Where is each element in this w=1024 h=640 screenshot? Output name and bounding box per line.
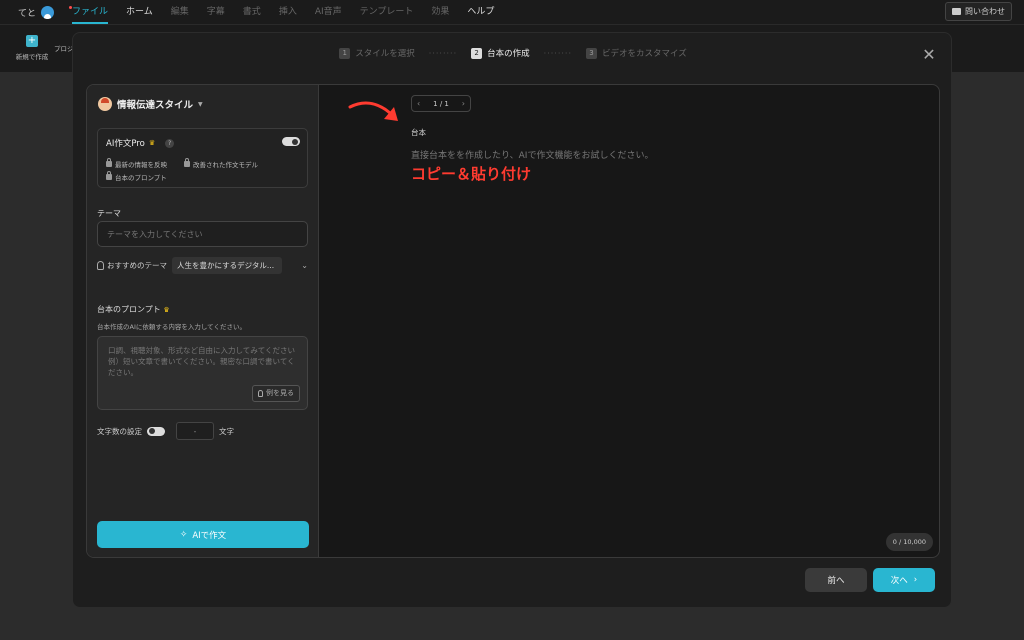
step-2: 2 台本の作成: [471, 47, 530, 59]
magic-wand-icon: ✧: [179, 529, 188, 540]
feature-label: 台本のプロンプト: [115, 174, 167, 182]
menu-ai-voice[interactable]: AI音声: [315, 0, 342, 24]
step-1-number: 1: [339, 47, 351, 59]
annotation-arrow-icon: [348, 101, 398, 121]
page-navigator: ‹ 1 / 1 ›: [411, 95, 471, 112]
step-3-label: ビデオをカスタマイズ: [601, 49, 687, 59]
step-divider: ········: [543, 48, 572, 58]
char-count-unit: 文字: [219, 426, 234, 436]
contact-label: 問い合わせ: [965, 7, 1005, 16]
ai-write-button[interactable]: ✧ AIで作文: [97, 521, 309, 548]
feature-item: 台本のプロンプト: [106, 171, 167, 182]
style-title: 情報伝達スタイル: [117, 100, 194, 111]
ai-pro-title: AI作文Pro: [106, 139, 145, 149]
menu-bar: てと ファイル ホーム 編集 字幕 書式 挿入 AI音声 テンプレート 効果 ヘ…: [0, 0, 1024, 24]
page-indicator: 1 / 1: [433, 99, 449, 108]
feature-item: 最新の情報を反映: [106, 158, 167, 169]
lightbulb-icon: [97, 261, 104, 270]
chevron-down-icon[interactable]: ⌄: [301, 261, 308, 270]
prompt-textarea[interactable]: 口調、視聴対象、形式など自由に入力してみてください 例）短い文章で書いてください…: [97, 336, 308, 410]
menu-help[interactable]: ヘルプ: [467, 0, 494, 24]
new-project-label: 新規で作成: [15, 53, 49, 61]
step-1: 1 スタイルを選択: [339, 47, 415, 59]
menu-edit[interactable]: 編集: [171, 0, 189, 24]
feature-label: 最新の情報を反映: [115, 161, 167, 169]
style-selector[interactable]: 情報伝達スタイル ▼: [98, 97, 203, 111]
menu-template[interactable]: テンプレート: [360, 0, 414, 24]
open-project-label[interactable]: プロジ: [54, 43, 74, 53]
lightbulb-icon: [258, 390, 263, 397]
previous-button[interactable]: 前へ: [805, 568, 867, 592]
lock-icon: [184, 158, 190, 167]
prompt-label: 台本のプロンプト ♛: [97, 304, 170, 315]
settings-sidebar: 情報伝達スタイル ▼ AI作文Pro ♛ ? 最新の情報を反映 改善された作文モ…: [87, 85, 319, 557]
chevron-left-icon[interactable]: ‹: [417, 99, 420, 108]
previous-label: 前へ: [827, 576, 845, 586]
ai-pro-toggle[interactable]: [282, 137, 300, 146]
caret-down-icon: ▼: [198, 100, 203, 108]
ai-pro-box: AI作文Pro ♛ ? 最新の情報を反映 改善された作文モデル 台本のプロンプト: [97, 128, 308, 188]
close-icon[interactable]: ✕: [921, 47, 937, 63]
script-label: 台本: [411, 128, 426, 137]
menu-file[interactable]: ファイル: [69, 0, 109, 24]
new-project-button[interactable]: + 新規で作成: [12, 35, 52, 61]
step-indicator: 1 スタイルを選択 ········ 2 台本の作成 ········ 3 ビデ…: [73, 47, 953, 59]
recommended-theme-label: おすすめのテーマ: [107, 261, 167, 270]
next-label: 次へ: [890, 576, 908, 586]
show-example-label: 例を見る: [266, 389, 294, 397]
char-count-input[interactable]: -: [176, 422, 214, 440]
recommended-theme-row: おすすめのテーマ 人生を豊かにするデジタル... ⌄: [97, 257, 308, 274]
ai-pro-header: AI作文Pro ♛ ?: [106, 137, 175, 149]
prompt-description: 台本作成のAIに依頼する内容を入力してください。: [97, 323, 246, 331]
prompt-placeholder: 口調、視聴対象、形式など自由に入力してみてください 例）短い文章で書いてください…: [108, 346, 296, 377]
menu-home[interactable]: ホーム: [126, 0, 153, 24]
script-modal: 1 スタイルを選択 ········ 2 台本の作成 ········ 3 ビデ…: [72, 32, 952, 608]
plus-icon: +: [26, 35, 38, 47]
crown-icon: ♛: [148, 139, 156, 147]
style-avatar-icon: [98, 97, 112, 111]
main-menu: ファイル ホーム 編集 字幕 書式 挿入 AI音声 テンプレート 効果 ヘルプ: [69, 0, 494, 24]
step-divider: ········: [428, 48, 458, 58]
annotation-text: コピー＆貼り付け: [411, 165, 532, 183]
chevron-right-icon: ›: [913, 575, 918, 585]
ai-write-label: AIで作文: [192, 530, 227, 541]
next-button[interactable]: 次へ ›: [873, 568, 935, 592]
contact-button[interactable]: 問い合わせ: [945, 2, 1012, 21]
step-1-label: スタイルを選択: [355, 49, 415, 59]
chevron-right-icon[interactable]: ›: [462, 99, 465, 108]
step-3-number: 3: [585, 47, 597, 59]
script-placeholder: 直接台本をを作成したり、AIで作文機能をお試しください。: [411, 151, 654, 161]
lock-icon: [106, 158, 112, 167]
step-2-label: 台本の作成: [487, 49, 530, 59]
recommended-theme-select[interactable]: 人生を豊かにするデジタル...: [172, 257, 282, 274]
avatar-icon[interactable]: [41, 5, 55, 19]
menu-format[interactable]: 書式: [243, 0, 261, 24]
crown-icon: ♛: [163, 306, 170, 314]
step-3: 3 ビデオをカスタマイズ: [585, 47, 687, 59]
menu-effects[interactable]: 効果: [431, 0, 449, 24]
user-area[interactable]: てと: [0, 5, 55, 19]
char-count-setting: 文字数の設定 - 文字: [97, 422, 234, 440]
char-count-label: 文字数の設定: [97, 426, 142, 436]
content-panel: 情報伝達スタイル ▼ AI作文Pro ♛ ? 最新の情報を反映 改善された作文モ…: [86, 84, 940, 558]
help-icon[interactable]: ?: [165, 138, 175, 148]
mail-icon: [952, 8, 961, 15]
user-name: てと: [18, 8, 37, 19]
menu-subtitle[interactable]: 字幕: [207, 0, 225, 24]
prompt-label-text: 台本のプロンプト: [97, 305, 161, 314]
theme-label: テーマ: [97, 209, 121, 218]
show-example-button[interactable]: 例を見る: [252, 385, 300, 402]
step-2-number: 2: [471, 47, 483, 59]
char-count-toggle[interactable]: [147, 426, 165, 436]
feature-item: 改善された作文モデル: [184, 158, 258, 169]
menu-insert[interactable]: 挿入: [279, 0, 297, 24]
feature-label: 改善された作文モデル: [193, 161, 258, 169]
script-editor[interactable]: ‹ 1 / 1 › 台本 直接台本をを作成したり、AIで作文機能をお試しください…: [320, 85, 939, 557]
theme-input[interactable]: テーマを入力してください: [97, 221, 308, 247]
lock-icon: [106, 171, 112, 180]
character-counter: 0 / 10,000: [885, 533, 933, 551]
